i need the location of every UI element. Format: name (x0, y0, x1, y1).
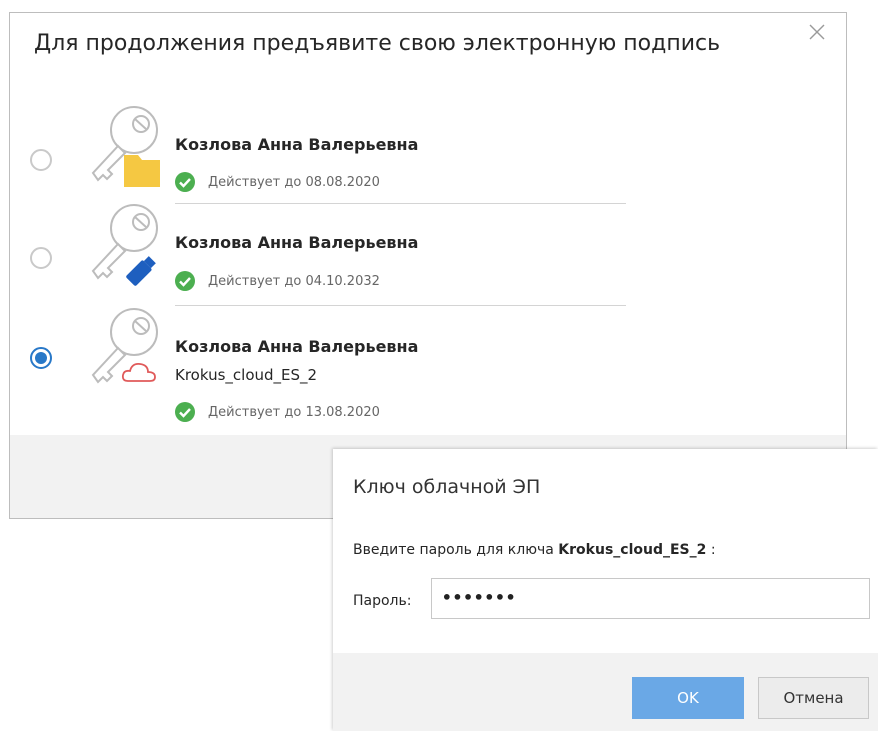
certificate-validity: Действует до 04.10.2032 (208, 274, 380, 289)
password-prompt: Введите пароль для ключа Krokus_cloud_ES… (353, 542, 716, 558)
key-usb-token-icon (91, 204, 158, 286)
popup-title: Ключ облачной ЭП (353, 476, 541, 498)
certificate-key-name: Krokus_cloud_ES_2 (175, 366, 318, 384)
ok-button[interactable]: OK (632, 677, 744, 719)
certificate-item[interactable]: Козлова Анна Валерьевна Действует до 04.… (10, 201, 650, 303)
certificate-item[interactable]: Козлова Анна Валерьевна Krokus_cloud_ES_… (10, 305, 650, 429)
certificate-validity: Действует до 08.08.2020 (208, 175, 380, 190)
password-input[interactable]: ••••••• (431, 578, 870, 619)
cloud-key-password-dialog: Ключ облачной ЭП Введите пароль для ключ… (333, 449, 878, 731)
certificate-radio[interactable] (30, 247, 52, 269)
certificate-radio-selected[interactable] (30, 347, 52, 369)
certificate-item[interactable]: Козлова Анна Валерьевна Действует до 08.… (10, 101, 650, 201)
certificate-validity: Действует до 13.08.2020 (208, 405, 380, 420)
dialog-title: Для продолжения предъявите свою электрон… (34, 31, 721, 56)
popup-footer: OK Отмена (333, 653, 878, 731)
valid-check-icon (175, 402, 195, 422)
cancel-button[interactable]: Отмена (758, 677, 869, 719)
certificate-owner: Козлова Анна Валерьевна (175, 337, 419, 356)
certificate-radio[interactable] (30, 149, 52, 171)
password-label: Пароль: (353, 593, 412, 609)
valid-check-icon (175, 271, 195, 291)
certificate-selection-dialog: Для продолжения предъявите свою электрон… (9, 12, 847, 519)
key-folder-icon (91, 106, 160, 187)
prompt-key-name: Krokus_cloud_ES_2 (558, 542, 707, 558)
valid-check-icon (175, 172, 195, 192)
key-cloud-icon (91, 308, 158, 384)
certificate-owner: Козлова Анна Валерьевна (175, 233, 419, 252)
close-icon[interactable] (806, 21, 828, 43)
prompt-prefix: Введите пароль для ключа (353, 542, 554, 558)
certificate-owner: Козлова Анна Валерьевна (175, 135, 419, 154)
prompt-suffix: : (710, 542, 716, 558)
